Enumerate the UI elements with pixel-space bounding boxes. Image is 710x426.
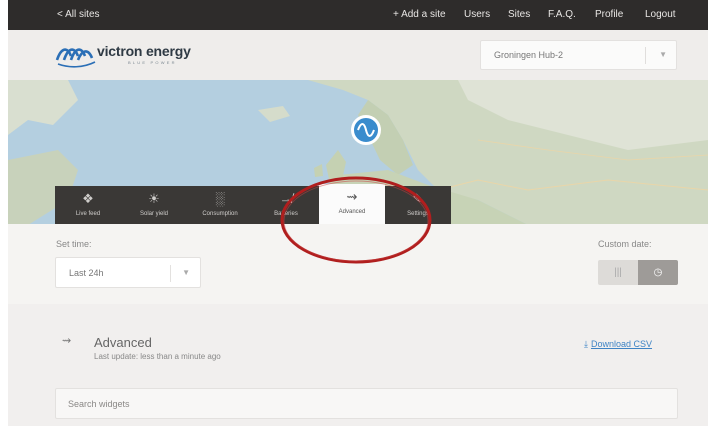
custom-date-label: Custom date: bbox=[598, 239, 652, 249]
advanced-icon: ⇝ bbox=[346, 189, 358, 204]
add-site-link[interactable]: + Add a site bbox=[393, 9, 446, 20]
time-range-select[interactable]: Last 24h ▼ bbox=[55, 257, 201, 288]
custom-date-toggle[interactable]: ||| ◷ bbox=[598, 260, 678, 285]
chevron-down-icon: ▼ bbox=[659, 50, 667, 59]
set-time-label: Set time: bbox=[56, 239, 92, 249]
sun-icon: ☀ bbox=[148, 191, 160, 206]
vrm-page: < All sites + Add a site Users Sites F.A… bbox=[8, 0, 708, 426]
site-selector-value: Groningen Hub-2 bbox=[494, 50, 564, 60]
top-navigation-bar: < All sites + Add a site Users Sites F.A… bbox=[8, 0, 708, 30]
site-selector[interactable]: Groningen Hub-2 ▼ bbox=[480, 40, 677, 70]
tab-label: Solar yield bbox=[139, 211, 168, 217]
battery-icon: ↛ bbox=[279, 191, 293, 206]
tab-label: Advanced bbox=[338, 209, 366, 215]
logout-link[interactable]: Logout bbox=[645, 9, 676, 20]
tab-settings[interactable]: ✎ Settings bbox=[385, 186, 451, 224]
brand-tagline: BLUE POWER bbox=[128, 60, 177, 65]
section-title: Advanced bbox=[94, 335, 152, 350]
wave-icon bbox=[357, 123, 375, 137]
brand-name: victron energy bbox=[97, 43, 191, 59]
tab-live-feed[interactable]: ❖ Live feed bbox=[55, 186, 121, 224]
victron-logo-icon bbox=[55, 48, 96, 68]
last-update-text: Last update: less than a minute ago bbox=[94, 352, 221, 361]
download-icon: ⤓ bbox=[584, 339, 588, 349]
advanced-icon: ⇝ bbox=[62, 335, 72, 347]
tab-batteries[interactable]: ↛ Batteries bbox=[253, 186, 319, 224]
bar-chart-icon: ░ bbox=[215, 191, 225, 206]
select-divider bbox=[170, 265, 171, 282]
main-content: Set time: Last 24h ▼ Custom date: ||| ◷ … bbox=[8, 224, 708, 426]
download-csv-label: Download CSV bbox=[590, 339, 653, 349]
sites-link[interactable]: Sites bbox=[508, 9, 530, 20]
tab-solar-yield[interactable]: ☀ Solar yield bbox=[121, 186, 187, 224]
faq-link[interactable]: F.A.Q. bbox=[548, 9, 576, 20]
tab-consumption[interactable]: ░ Consumption bbox=[187, 186, 253, 224]
tab-label: Batteries bbox=[274, 211, 298, 217]
profile-link[interactable]: Profile bbox=[595, 9, 623, 20]
clock-icon[interactable]: ◷ bbox=[638, 260, 678, 285]
users-link[interactable]: Users bbox=[464, 9, 490, 20]
site-map-marker[interactable] bbox=[351, 115, 381, 145]
select-divider bbox=[645, 47, 646, 64]
time-range-value: Last 24h bbox=[69, 268, 104, 278]
all-sites-link[interactable]: < All sites bbox=[57, 9, 100, 20]
tab-label: Consumption bbox=[202, 211, 238, 217]
live-feed-icon: ❖ bbox=[82, 191, 94, 206]
search-widgets-input[interactable] bbox=[55, 388, 678, 419]
header: victron energy BLUE POWER Groningen Hub-… bbox=[8, 30, 708, 80]
tab-advanced[interactable]: ⇝ Advanced bbox=[319, 184, 385, 224]
wrench-icon: ✎ bbox=[412, 191, 424, 206]
download-csv-link[interactable]: ⤓ Download CSV bbox=[584, 339, 652, 350]
tab-label: Settings bbox=[407, 211, 429, 217]
time-controls-panel: Set time: Last 24h ▼ Custom date: ||| ◷ bbox=[8, 224, 708, 304]
dashboard-tabs: ❖ Live feed ☀ Solar yield ░ Consumption … bbox=[55, 184, 452, 224]
calendar-icon[interactable]: ||| bbox=[598, 260, 638, 285]
tab-label: Live feed bbox=[75, 211, 101, 217]
chevron-down-icon: ▼ bbox=[182, 268, 190, 277]
